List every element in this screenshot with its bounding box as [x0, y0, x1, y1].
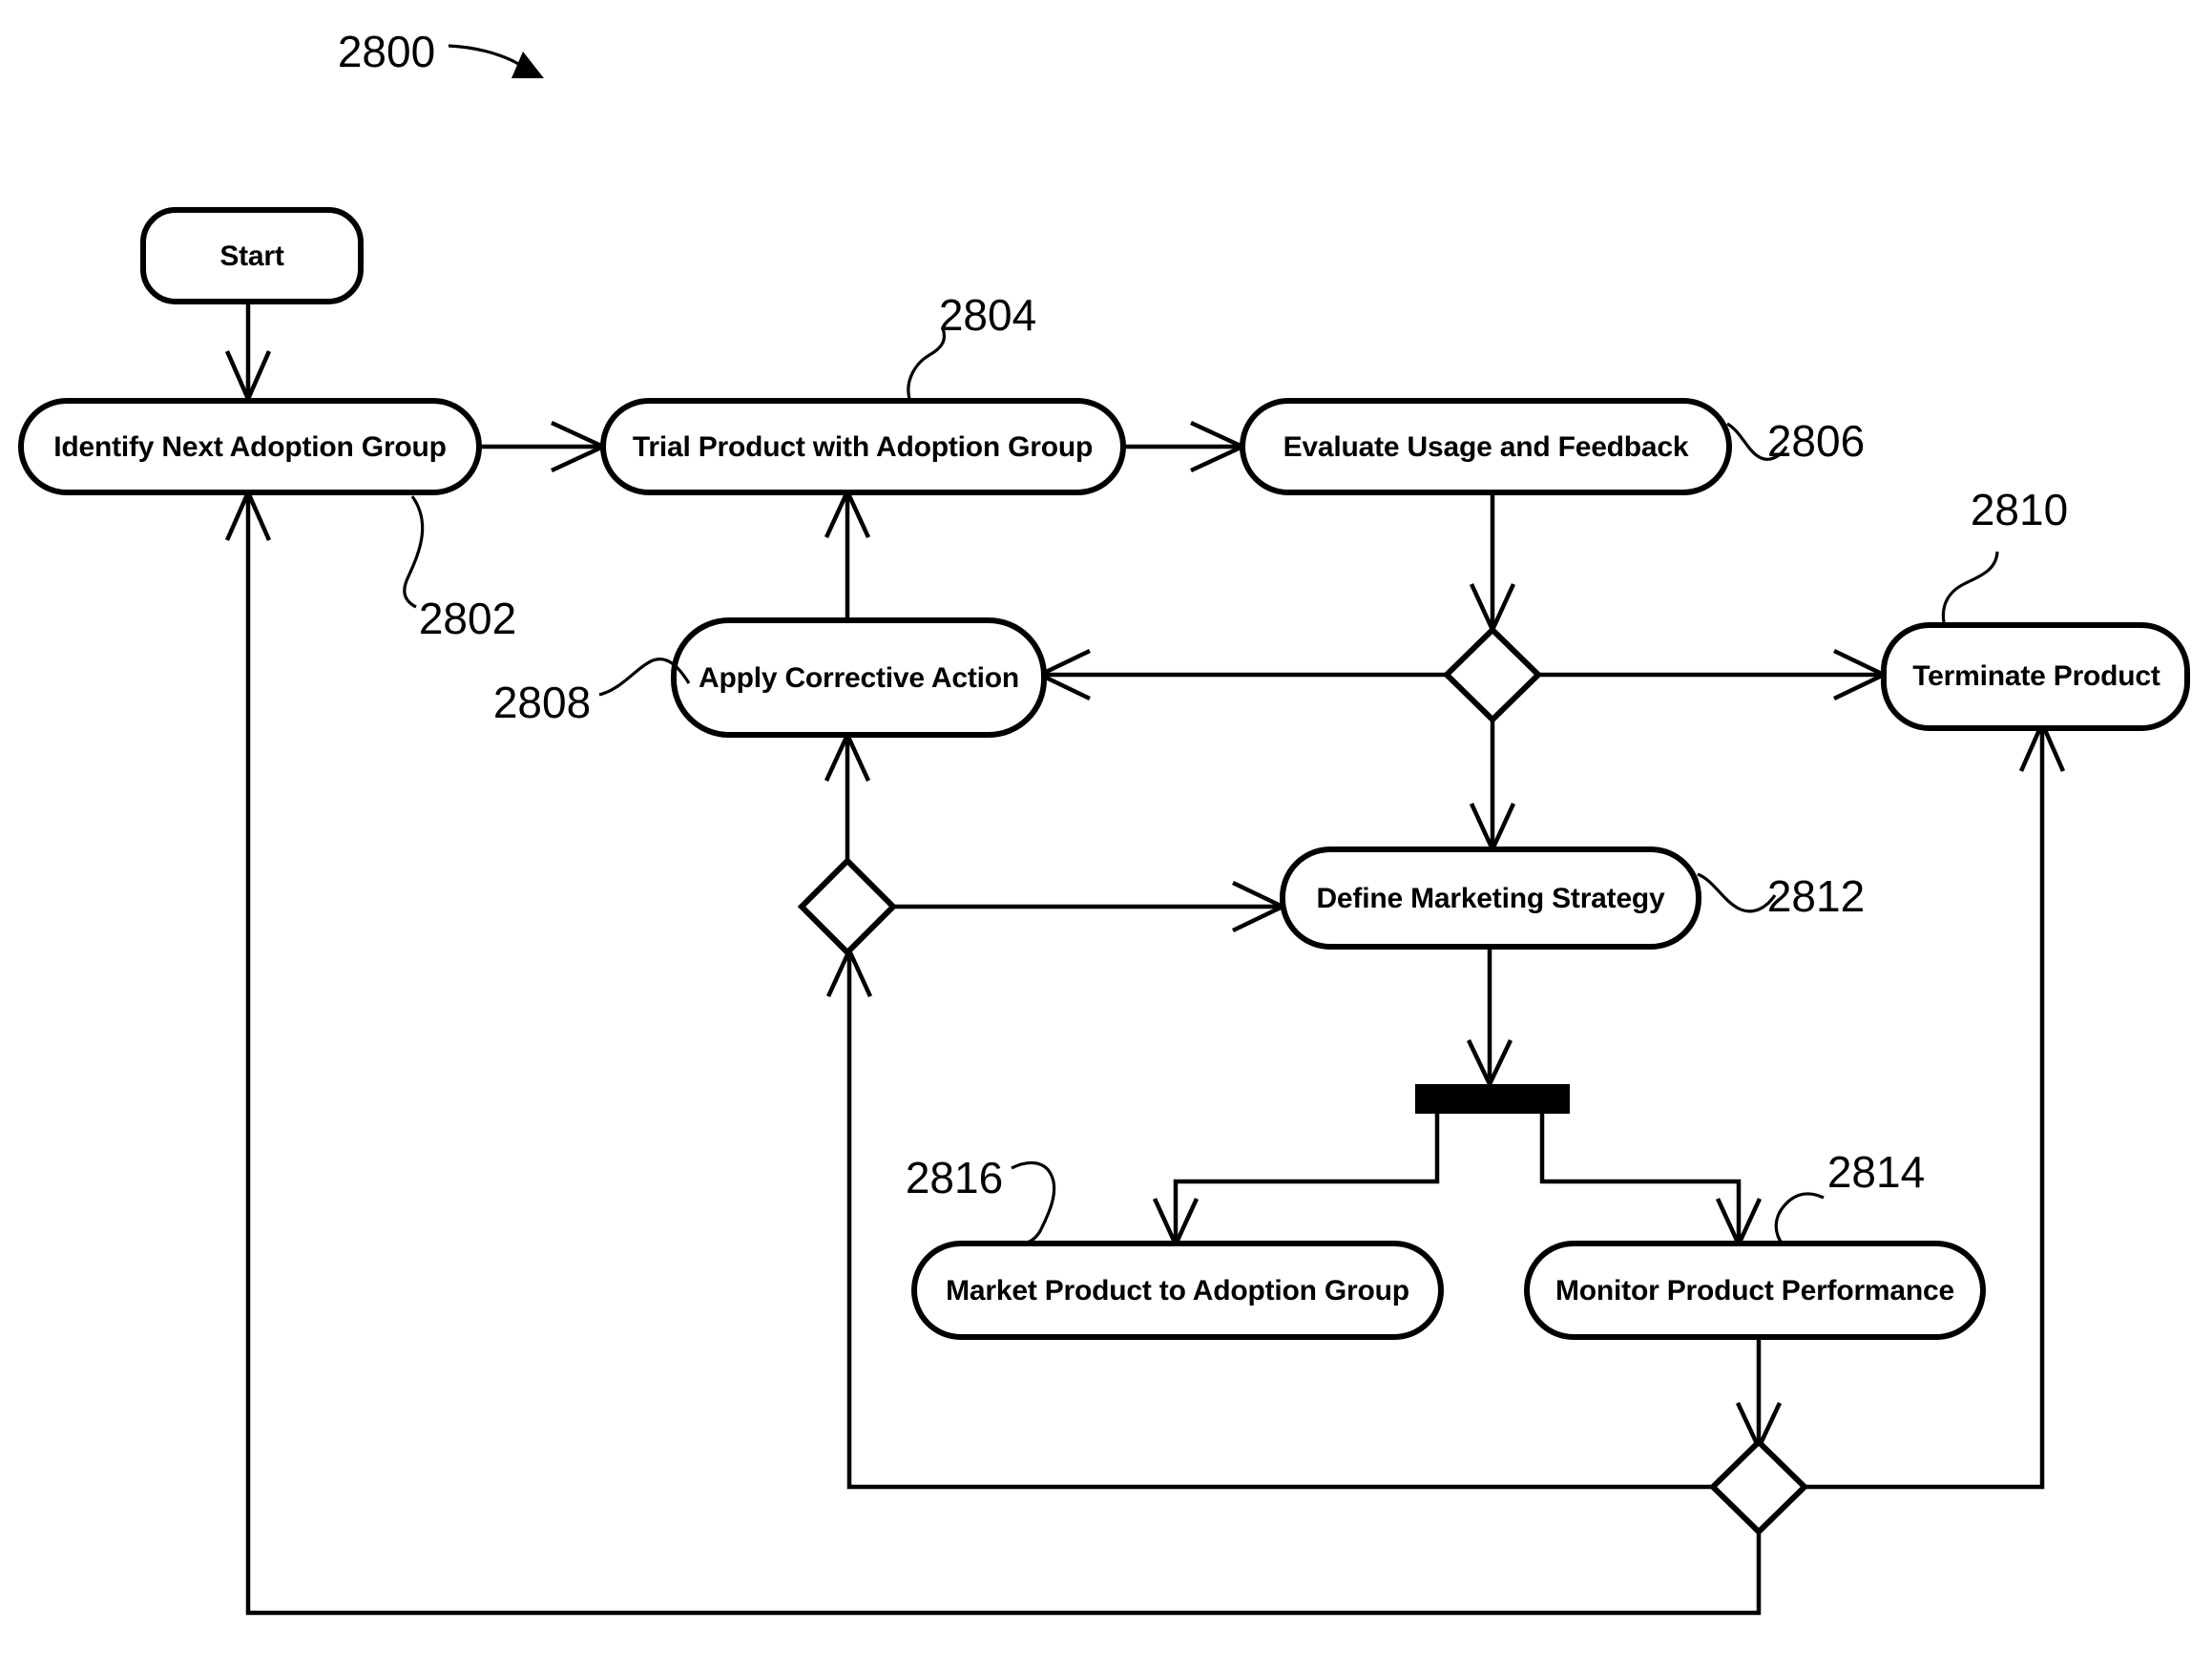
reference-2814: 2814: [1774, 1147, 1925, 1245]
market-node-label: Market Product to Adoption Group: [946, 1275, 1409, 1306]
flowchart-svg: Start Identify Next Adoption Group Trial…: [18, 27, 2190, 1616]
node-evaluate-usage-and-feedback[interactable]: Evaluate Usage and Feedback: [1240, 398, 1732, 495]
node-trial-product-with-adoption-group[interactable]: Trial Product with Adoption Group: [600, 398, 1126, 495]
monitor-node-label: Monitor Product Performance: [1555, 1275, 1954, 1306]
figure-number-label: 2800: [338, 27, 435, 76]
identify-node-label: Identify Next Adoption Group: [53, 431, 447, 463]
edge-decision3-to-terminate: [1804, 727, 2045, 1490]
reference-2810: 2810: [1941, 485, 2068, 623]
node-define-marketing-strategy[interactable]: Define Marketing Strategy: [1280, 846, 1701, 950]
node-apply-corrective-action[interactable]: Apply Corrective Action: [671, 617, 1047, 738]
node-terminate-product[interactable]: Terminate Product: [1881, 622, 2190, 731]
reference-2810-label: 2810: [1971, 485, 2068, 534]
evaluate-node-label: Evaluate Usage and Feedback: [1283, 431, 1689, 463]
reference-2814-leader: [1774, 1192, 1825, 1245]
figure-reference-2800: 2800: [338, 27, 544, 78]
reference-2806-label: 2806: [1767, 416, 1865, 466]
reference-2810-leader: [1941, 551, 1999, 623]
reference-2816-label: 2816: [906, 1153, 1003, 1202]
corrective-node-label: Apply Corrective Action: [699, 662, 1019, 694]
reference-2806: 2806: [1726, 416, 1865, 466]
decision-diamond-after-monitor[interactable]: [1708, 1437, 1809, 1536]
reference-2816: 2816: [906, 1153, 1056, 1246]
node-start[interactable]: Start: [140, 207, 364, 304]
node-market-product-to-adoption-group[interactable]: Market Product to Adoption Group: [911, 1241, 1444, 1340]
reference-2816-leader: [1011, 1160, 1056, 1246]
edge-decision3-to-decision2: [846, 954, 1714, 1490]
figure-leader-arrowhead: [511, 52, 544, 78]
strategy-node-label: Define Marketing Strategy: [1316, 883, 1665, 914]
fork-bar: [1415, 1084, 1570, 1114]
connectors: [224, 302, 2066, 1616]
reference-2814-label: 2814: [1827, 1147, 1925, 1197]
reference-2802: 2802: [403, 495, 516, 643]
node-monitor-product-performance[interactable]: Monitor Product Performance: [1524, 1241, 1986, 1340]
reference-2804-label: 2804: [939, 290, 1036, 340]
decision-diamond-after-evaluate[interactable]: [1442, 625, 1543, 724]
reference-2812-leader: [1697, 872, 1777, 913]
reference-2812-label: 2812: [1767, 871, 1865, 921]
edge-fork-to-monitor: [1539, 1114, 1742, 1241]
reference-2812: 2812: [1697, 871, 1865, 921]
node-identify-next-adoption-group[interactable]: Identify Next Adoption Group: [18, 398, 482, 495]
decision-diamond-before-corrective[interactable]: [797, 856, 898, 957]
reference-2802-leader: [403, 495, 425, 609]
trial-node-label: Trial Product with Adoption Group: [633, 431, 1093, 463]
edge-fork-to-market: [1173, 1114, 1440, 1241]
reference-2802-label: 2802: [419, 594, 516, 643]
reference-2808-label: 2808: [493, 678, 591, 727]
reference-2804: 2804: [907, 290, 1036, 400]
figure-canvas: Start Identify Next Adoption Group Trial…: [0, 0, 2212, 1672]
terminate-node-label: Terminate Product: [1912, 660, 2160, 692]
reference-2808: 2808: [493, 658, 691, 727]
start-node-label: Start: [219, 240, 284, 272]
